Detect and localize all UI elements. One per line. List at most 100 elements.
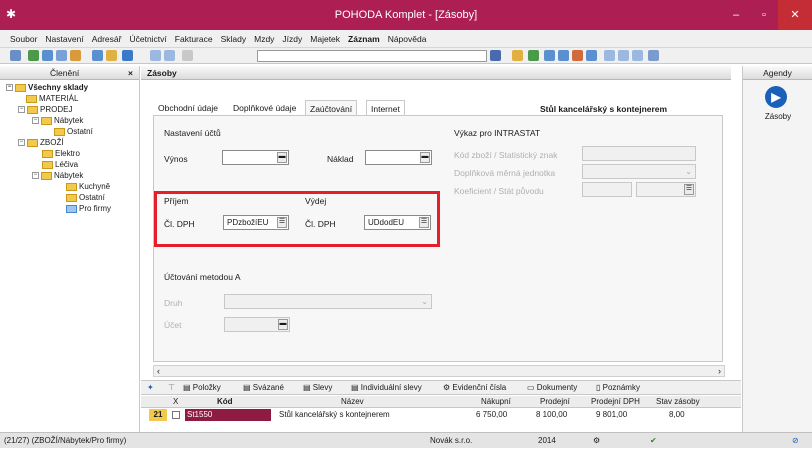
col-prodejni-dph[interactable]: Prodejní DPH [591, 396, 640, 408]
maximize-button[interactable]: ▫ [750, 0, 778, 30]
tree-item-pro-firmy[interactable]: Pro firmy [66, 203, 111, 214]
tab-poznamky[interactable]: ▯ Poznámky [596, 381, 640, 395]
intrastat-stat-field[interactable]: ☰ [636, 182, 696, 197]
tab-obchodni-udaje[interactable]: Obchodní údaje [154, 100, 222, 116]
tree-item-zbozi[interactable]: − ZBOŽÍ [18, 137, 64, 148]
row-checkbox[interactable] [172, 411, 180, 419]
report-icon[interactable] [70, 50, 81, 61]
status-ok-icon[interactable]: ⊘ [792, 433, 799, 449]
intrastat-jednotka-select[interactable]: ⌄ [582, 164, 696, 179]
preview-icon[interactable] [42, 50, 53, 61]
help-icon[interactable] [648, 50, 659, 61]
col-nakupni[interactable]: Nákupní [481, 396, 511, 408]
tab-doplnkove-udaje[interactable]: Doplňkové údaje [229, 100, 300, 116]
tab-polozky[interactable]: ▤ Položky [183, 381, 221, 395]
druh-select[interactable]: ⌄ [224, 294, 432, 309]
zasoby-agenda-icon[interactable]: ▶ [765, 86, 787, 108]
agenda-item-zasoby[interactable]: Zásoby [743, 112, 812, 121]
tree-item-elektro[interactable]: Elektro [42, 148, 80, 159]
toolbar-search-input[interactable] [257, 50, 487, 62]
list-button[interactable]: ☰ [277, 217, 287, 228]
prijem-cl-dph-field[interactable]: PDzbožíEU ☰ [223, 215, 289, 230]
vynos-field[interactable]: ▬ [222, 150, 289, 165]
close-icon[interactable]: × [128, 66, 133, 80]
select-button[interactable]: ▬ [277, 152, 287, 163]
save-icon[interactable] [150, 50, 161, 61]
ucet-field[interactable]: ▬ [224, 317, 290, 332]
tab-svazane[interactable]: ▤ Svázané [243, 381, 284, 395]
cell-kod[interactable]: St1550 [185, 409, 271, 421]
cell-prodejni-dph[interactable]: 9 801,00 [596, 409, 627, 421]
view2-icon[interactable] [618, 50, 629, 61]
tree-item-kuchyne[interactable]: Kuchyně [66, 181, 110, 192]
cell-nazev[interactable]: Stůl kancelářský s kontejnerem [279, 409, 390, 421]
filter-icon[interactable]: ⊤ [168, 381, 175, 395]
close-button[interactable]: ✕ [778, 0, 812, 30]
list-button[interactable]: ☰ [419, 217, 429, 228]
scroll-right-icon[interactable]: › [718, 366, 721, 376]
select-button[interactable]: ▬ [278, 319, 288, 330]
select-button[interactable]: ▬ [420, 152, 430, 163]
menu-fakturace[interactable]: Fakturace [171, 30, 217, 48]
scroll-left-icon[interactable]: ‹ [157, 366, 160, 376]
menu-sklady[interactable]: Sklady [217, 30, 251, 48]
tree-item-prodej[interactable]: − PRODEJ [18, 104, 72, 115]
tab-dokumenty[interactable]: ▭ Dokumenty [527, 381, 577, 395]
col-nazev[interactable]: Název [341, 396, 364, 408]
tree-item-nabytek[interactable]: − Nábytek [32, 115, 83, 126]
menu-zaznam[interactable]: Záznam [344, 30, 384, 48]
minimize-button[interactable]: – [722, 0, 750, 30]
list-button[interactable]: ☰ [684, 184, 694, 195]
col-prodejni[interactable]: Prodejní [540, 396, 570, 408]
navigate-icon[interactable] [122, 50, 133, 61]
tab-evidencni-cisla[interactable]: ⚙ Evidenční čísla [443, 381, 506, 395]
pin-icon[interactable]: ✦ [147, 381, 154, 395]
intrastat-kod-field[interactable] [582, 146, 696, 161]
tab-internet[interactable]: Internet [366, 100, 405, 116]
export-icon[interactable] [56, 50, 67, 61]
cell-prodejni[interactable]: 8 100,00 [536, 409, 567, 421]
menu-majetek[interactable]: Majetek [306, 30, 344, 48]
menu-soubor[interactable]: Soubor [0, 30, 41, 48]
menu-mzdy[interactable]: Mzdy [250, 30, 278, 48]
menu-napoveda[interactable]: Nápověda [384, 30, 431, 48]
tree-item-leciva[interactable]: Léčiva [42, 159, 78, 170]
menu-nastaveni[interactable]: Nastavení [41, 30, 87, 48]
table-icon[interactable] [544, 50, 555, 61]
tab-individualni-slevy[interactable]: ▤ Individuální slevy [351, 381, 422, 395]
calc-icon[interactable] [586, 50, 597, 61]
col-x[interactable]: X [173, 396, 178, 408]
copy-icon[interactable] [182, 50, 193, 61]
tab-slevy[interactable]: ▤ Slevy [303, 381, 332, 395]
col-kod[interactable]: Kód [217, 396, 233, 408]
tree-item-vsechny-sklady[interactable]: − Všechny sklady [6, 82, 88, 93]
view1-icon[interactable] [604, 50, 615, 61]
refresh-icon[interactable] [528, 50, 539, 61]
naklad-field[interactable]: ▬ [365, 150, 432, 165]
tree-item-nabytek-2[interactable]: − Nábytek [32, 170, 83, 181]
folder-icon[interactable] [512, 50, 523, 61]
cell-stav-zasoby[interactable]: 8,00 [669, 409, 685, 421]
cell-nakupni[interactable]: 6 750,00 [476, 409, 507, 421]
vydej-cl-dph-field[interactable]: UDdodEU ☰ [364, 215, 431, 230]
save-all-icon[interactable] [164, 50, 175, 61]
tree-item-material[interactable]: MATERIÁL [26, 93, 78, 104]
gear-icon[interactable]: ⚙ [593, 433, 600, 449]
col-stav-zasoby[interactable]: Stav zásoby [656, 396, 700, 408]
view3-icon[interactable] [632, 50, 643, 61]
menu-ucetnictvi[interactable]: Účetnictví [125, 30, 170, 48]
horizontal-scrollbar[interactable]: ‹ › [153, 365, 725, 377]
tree-item-ostatni-2[interactable]: Ostatní [66, 192, 105, 203]
tree-item-ostatni[interactable]: Ostatní [54, 126, 93, 137]
check-icon[interactable]: ✔ [650, 433, 657, 449]
open-icon[interactable] [10, 50, 21, 61]
menu-adresar[interactable]: Adresář [88, 30, 126, 48]
print-icon[interactable] [28, 50, 39, 61]
grid-icon[interactable] [558, 50, 569, 61]
table-row[interactable]: 21 St1550 Stůl kancelářský s kontejnerem… [141, 409, 741, 423]
new-record-icon[interactable] [92, 50, 103, 61]
chart-icon[interactable] [572, 50, 583, 61]
intrastat-koeficient-field[interactable] [582, 182, 632, 197]
menu-jizdy[interactable]: Jízdy [278, 30, 306, 48]
filter-icon[interactable] [490, 50, 501, 61]
